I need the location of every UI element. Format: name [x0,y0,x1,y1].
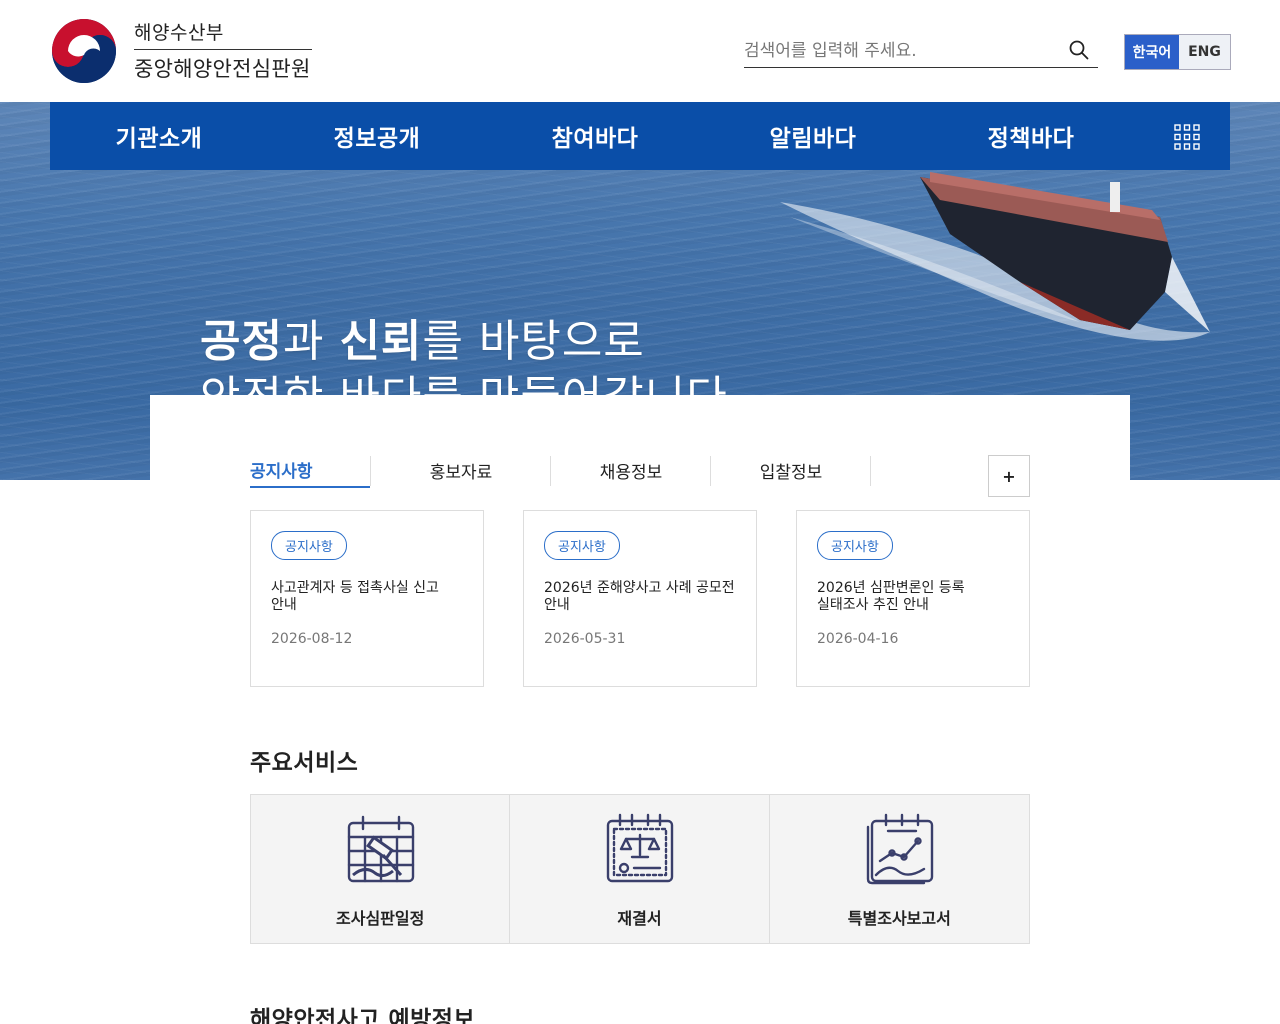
grid-menu-icon[interactable] [1174,124,1200,150]
notice-card[interactable]: 공지사항 2026년 준해양사고 사례 공모전 안내 2026-05-31 [523,510,757,687]
tab-notice[interactable]: 공지사항 [250,452,370,488]
site-header: 해양수산부 중앙해양안전심판원 한국어 ENG [0,0,1280,102]
category-badge: 공지사항 [544,531,620,560]
hero-keyword-fairness: 공정 [200,316,283,367]
services-heading: 주요서비스 [250,750,359,776]
notice-title: 2026년 심판변론인 등록 실태조사 추진 안내 [817,580,965,613]
prevention-heading: 해양안전사고 예방정보 [250,1007,476,1024]
category-badge: 공지사항 [271,531,347,560]
service-label: 재결서 [617,909,662,928]
search-icon[interactable] [1068,39,1090,61]
service-label: 특별조사보고서 [847,909,951,928]
more-button[interactable]: + [988,455,1030,497]
nav-item-disclosure[interactable]: 정보공개 [268,119,486,153]
site-logo[interactable]: 해양수산부 중앙해양안전심판원 [52,18,312,83]
notice-date: 2026-08-12 [271,631,353,647]
service-special-report[interactable]: 특별조사보고서 [769,795,1029,943]
search-input[interactable] [744,35,1054,66]
search-bar [744,34,1098,68]
government-emblem-icon [52,18,116,83]
nav-item-policy[interactable]: 정책바다 [922,119,1140,153]
nav-item-participation[interactable]: 참여바다 [486,119,704,153]
scales-document-icon [607,813,674,883]
tab-bidding[interactable]: 입찰정보 [712,452,870,488]
notice-card[interactable]: 공지사항 2026년 심판변론인 등록 실태조사 추진 안내 2026-04-1… [796,510,1030,687]
language-switcher: 한국어 ENG [1124,34,1231,70]
org-parent-name: 해양수산부 [134,18,312,50]
notice-date: 2026-05-31 [544,631,626,647]
nav-item-news[interactable]: 알림바다 [704,119,922,153]
notice-title: 2026년 준해양사고 사례 공모전 안내 [544,580,735,613]
chart-report-icon [866,813,933,885]
tab-press[interactable]: 홍보자료 [372,452,550,488]
lang-korean-button[interactable]: 한국어 [1125,35,1179,69]
lang-english-button[interactable]: ENG [1179,35,1230,69]
org-name: 중앙해양안전심판원 [134,57,311,81]
service-label: 조사심판일정 [336,909,425,928]
hero-keyword-trust: 신뢰 [339,316,423,367]
service-decisions[interactable]: 재결서 [510,795,770,943]
category-badge: 공지사항 [817,531,893,560]
main-nav: 기관소개 정보공개 참여바다 알림바다 정책바다 [50,102,1230,170]
services-grid: 조사심판일정 재결서 특별조사보고서 [250,794,1030,944]
service-investigation-schedule[interactable]: 조사심판일정 [251,795,511,943]
notice-card[interactable]: 공지사항 사고관계자 등 접촉사실 신고 안내 2026-08-12 [250,510,484,687]
board-tabs: 공지사항 홍보자료 채용정보 입찰정보 [250,452,1030,490]
nav-item-about[interactable]: 기관소개 [50,119,268,153]
notice-title: 사고관계자 등 접촉사실 신고 안내 [271,580,439,613]
cargo-ship-image [780,172,1210,341]
notice-date: 2026-04-16 [817,631,899,647]
tab-recruitment[interactable]: 채용정보 [552,452,710,488]
calendar-gavel-icon [347,815,415,883]
